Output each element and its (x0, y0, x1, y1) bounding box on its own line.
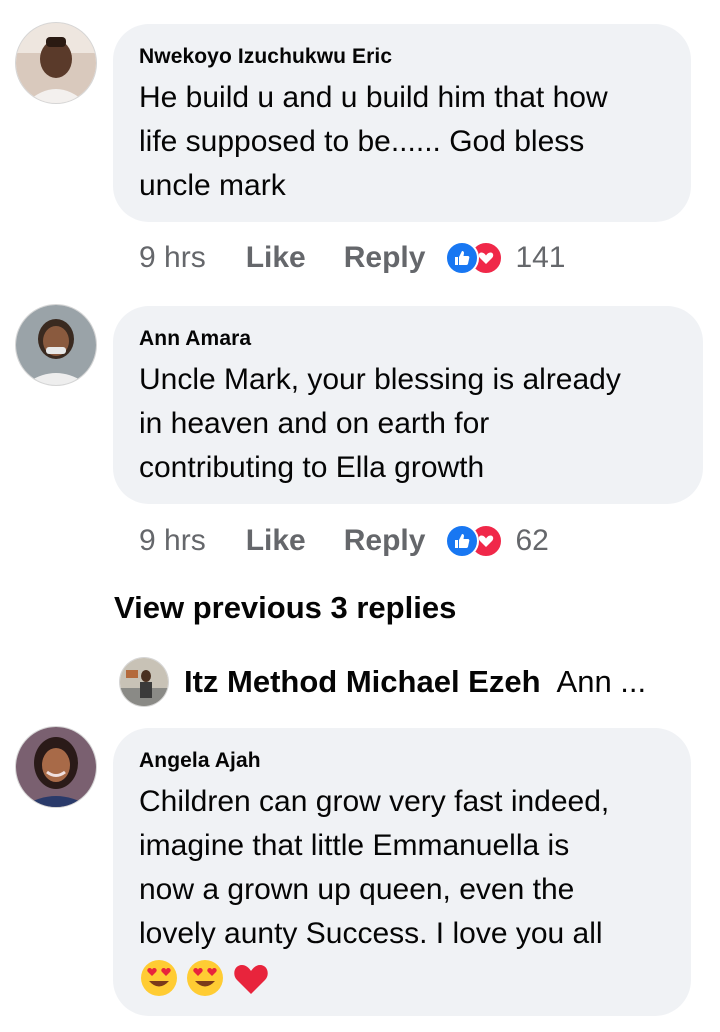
reply-button[interactable]: Reply (344, 241, 426, 275)
reaction-count: 141 (515, 241, 566, 274)
comment-author[interactable]: Angela Ajah (139, 748, 665, 774)
comment-actions: 9 hrs Like Reply 141 (139, 238, 566, 278)
avatar-angela-ajah[interactable] (16, 727, 96, 807)
reaction-summary[interactable]: 62 (445, 524, 549, 558)
reaction-summary[interactable]: 141 (445, 241, 566, 275)
reply-author[interactable]: Itz Method Michael Ezeh (184, 664, 541, 700)
reaction-count: 62 (515, 524, 549, 557)
reply-preview[interactable]: Itz Method Michael Ezeh Ann ... (120, 656, 680, 708)
red-heart-emoji-icon (234, 965, 268, 994)
comment-timestamp[interactable]: 9 hrs (139, 241, 206, 275)
avatar-nwekoyo[interactable] (16, 23, 96, 103)
comment-timestamp[interactable]: 9 hrs (139, 524, 206, 558)
reply-button[interactable]: Reply (344, 524, 426, 558)
profile-photo-icon (16, 727, 96, 807)
comment-bubble: Nwekoyo Izuchukwu Eric He build u and u … (113, 24, 691, 222)
heart-eyes-emoji-icon (141, 960, 177, 996)
profile-photo-icon (16, 23, 96, 103)
like-button[interactable]: Like (246, 524, 306, 558)
heart-eyes-emoji-icon (187, 960, 223, 996)
comment-author[interactable]: Ann Amara (139, 326, 677, 352)
avatar-itz-method[interactable] (120, 658, 168, 706)
comment-text: Children can grow very fast indeed, imag… (139, 785, 610, 950)
profile-photo-icon (16, 305, 96, 385)
reply-snippet: Ann ... (556, 664, 647, 699)
emoji-row (139, 958, 665, 998)
comment-bubble: Angela Ajah Children can grow very fast … (113, 728, 691, 1016)
avatar-ann-amara[interactable] (16, 305, 96, 385)
view-previous-replies-link[interactable]: View previous 3 replies (114, 590, 456, 626)
comment-text: He build u and u build him that how life… (139, 81, 608, 202)
like-button[interactable]: Like (246, 241, 306, 275)
comment-bubble: Ann Amara Uncle Mark, your blessing is a… (113, 306, 703, 504)
comment-author[interactable]: Nwekoyo Izuchukwu Eric (139, 44, 665, 70)
comment-text: Uncle Mark, your blessing is already in … (139, 363, 621, 484)
comment-actions: 9 hrs Like Reply 62 (139, 521, 549, 561)
profile-photo-icon (120, 658, 168, 706)
